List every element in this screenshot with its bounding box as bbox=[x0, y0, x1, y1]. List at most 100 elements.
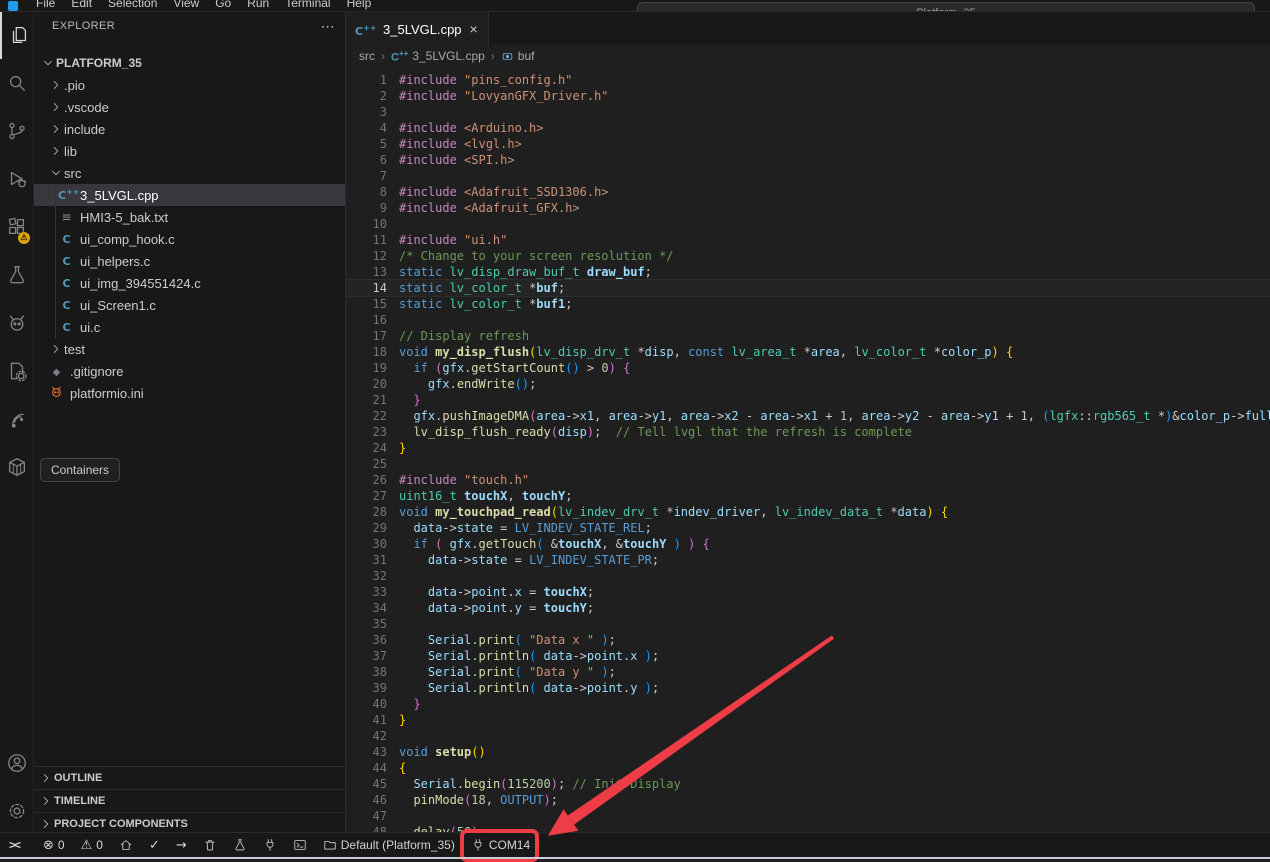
code-line-1[interactable]: 1#include "pins_config.h" bbox=[345, 72, 1270, 88]
code-line-11[interactable]: 11#include "ui.h" bbox=[345, 232, 1270, 248]
breadcrumb-src[interactable]: src bbox=[359, 49, 375, 63]
code-line-46[interactable]: 46 pinMode(18, OUTPUT); bbox=[345, 792, 1270, 808]
code-line-4[interactable]: 4#include <Arduino.h> bbox=[345, 120, 1270, 136]
pio-build-button[interactable]: ✓ bbox=[144, 834, 165, 856]
code-line-21[interactable]: 21 } bbox=[345, 392, 1270, 408]
activity-platformio[interactable] bbox=[0, 299, 33, 347]
serial-port-selector[interactable]: COM14 bbox=[466, 834, 535, 856]
errors-indicator[interactable]: ⊗0 bbox=[38, 834, 70, 856]
folder-src[interactable]: src bbox=[34, 162, 345, 184]
code-line-26[interactable]: 26#include "touch.h" bbox=[345, 472, 1270, 488]
menu-file[interactable]: File bbox=[28, 0, 63, 10]
pio-monitor-button[interactable] bbox=[258, 834, 282, 856]
pio-upload-button[interactable]: → bbox=[171, 834, 192, 856]
code-line-40[interactable]: 40 } bbox=[345, 696, 1270, 712]
activity-explorer[interactable] bbox=[0, 11, 35, 59]
code-line-17[interactable]: 17// Display refresh bbox=[345, 328, 1270, 344]
tab-3-5lvgl-cpp[interactable]: C++ 3_5LVGL.cpp × bbox=[345, 11, 489, 46]
file-ui_comp_hook.c[interactable]: Cui_comp_hook.c bbox=[34, 228, 345, 250]
activity-settings[interactable] bbox=[0, 787, 33, 835]
activity-search[interactable] bbox=[0, 59, 33, 107]
activity-testing[interactable] bbox=[0, 251, 33, 299]
code-line-24[interactable]: 24} bbox=[345, 440, 1270, 456]
code-line-38[interactable]: 38 Serial.print( "Data y " ); bbox=[345, 664, 1270, 680]
code-line-10[interactable]: 10 bbox=[345, 216, 1270, 232]
activity-platformio-core[interactable] bbox=[0, 347, 33, 395]
activity-run-and-debug[interactable] bbox=[0, 155, 33, 203]
code-line-29[interactable]: 29 data->state = LV_INDEV_STATE_REL; bbox=[345, 520, 1270, 536]
code-area[interactable]: 1#include "pins_config.h"2#include "Lovy… bbox=[345, 67, 1270, 835]
code-line-30[interactable]: 30 if ( gfx.getTouch( &touchX, &touchY )… bbox=[345, 536, 1270, 552]
code-line-27[interactable]: 27uint16_t touchX, touchY; bbox=[345, 488, 1270, 504]
file-ui_img_394551424.c[interactable]: Cui_img_394551424.c bbox=[34, 272, 345, 294]
file-ui_helpers.c[interactable]: Cui_helpers.c bbox=[34, 250, 345, 272]
activity-extensions[interactable]: ⚠ bbox=[0, 203, 33, 251]
code-line-43[interactable]: 43void setup() bbox=[345, 744, 1270, 760]
command-center[interactable]: Platform_35 bbox=[637, 2, 1255, 12]
folder-include[interactable]: include bbox=[34, 118, 345, 140]
pio-env-selector[interactable]: Default (Platform_35) bbox=[318, 834, 460, 856]
code-line-8[interactable]: 8#include <Adafruit_SSD1306.h> bbox=[345, 184, 1270, 200]
code-line-41[interactable]: 41} bbox=[345, 712, 1270, 728]
file-3_5lvgl.cpp[interactable]: C++3_5LVGL.cpp bbox=[34, 184, 345, 206]
menu-view[interactable]: View bbox=[165, 0, 207, 10]
close-icon[interactable]: × bbox=[470, 21, 478, 37]
folder-.pio[interactable]: .pio bbox=[34, 74, 345, 96]
folder-platform_35[interactable]: PLATFORM_35 bbox=[34, 52, 345, 74]
code-line-32[interactable]: 32 bbox=[345, 568, 1270, 584]
warnings-indicator[interactable]: ⚠0 bbox=[76, 834, 108, 856]
file-hmi3-5_bak.txt[interactable]: ≡HMI3-5_bak.txt bbox=[34, 206, 345, 228]
activity-accounts[interactable] bbox=[0, 739, 33, 787]
menu-edit[interactable]: Edit bbox=[63, 0, 100, 10]
code-line-3[interactable]: 3 bbox=[345, 104, 1270, 120]
code-line-31[interactable]: 31 data->state = LV_INDEV_STATE_PR; bbox=[345, 552, 1270, 568]
code-line-12[interactable]: 12/* Change to your screen resolution */ bbox=[345, 248, 1270, 264]
code-line-20[interactable]: 20 gfx.endWrite(); bbox=[345, 376, 1270, 392]
folder-.vscode[interactable]: .vscode bbox=[34, 96, 345, 118]
code-line-15[interactable]: 15static lv_color_t *buf1; bbox=[345, 296, 1270, 312]
code-line-28[interactable]: 28void my_touchpad_read(lv_indev_drv_t *… bbox=[345, 504, 1270, 520]
folder-test[interactable]: test bbox=[34, 338, 345, 360]
code-line-39[interactable]: 39 Serial.println( data->point.y ); bbox=[345, 680, 1270, 696]
breadcrumb-3_5lvgl.cpp[interactable]: C++3_5LVGL.cpp bbox=[391, 49, 485, 64]
menu-run[interactable]: Run bbox=[239, 0, 277, 10]
code-line-42[interactable]: 42 bbox=[345, 728, 1270, 744]
code-line-33[interactable]: 33 data->point.x = touchX; bbox=[345, 584, 1270, 600]
menu-help[interactable]: Help bbox=[339, 0, 380, 10]
code-line-6[interactable]: 6#include <SPI.h> bbox=[345, 152, 1270, 168]
pio-home-button[interactable] bbox=[114, 834, 138, 856]
code-line-45[interactable]: 45 Serial.begin(115200); // Init Display bbox=[345, 776, 1270, 792]
folder-lib[interactable]: lib bbox=[34, 140, 345, 162]
pio-terminal-button[interactable] bbox=[288, 834, 312, 856]
activity-containers[interactable] bbox=[0, 443, 33, 491]
activity-source-control[interactable] bbox=[0, 107, 33, 155]
breadcrumb-buf[interactable]: buf bbox=[501, 49, 535, 63]
code-line-19[interactable]: 19 if (gfx.getStartCount() > 0) { bbox=[345, 360, 1270, 376]
file-.gitignore[interactable]: ◆.gitignore bbox=[34, 360, 345, 382]
pio-test-button[interactable] bbox=[228, 834, 252, 856]
code-line-47[interactable]: 47 bbox=[345, 808, 1270, 824]
code-line-25[interactable]: 25 bbox=[345, 456, 1270, 472]
code-line-35[interactable]: 35 bbox=[345, 616, 1270, 632]
section-outline[interactable]: OUTLINE bbox=[34, 766, 345, 789]
section-timeline[interactable]: TIMELINE bbox=[34, 789, 345, 812]
code-line-36[interactable]: 36 Serial.print( "Data x " ); bbox=[345, 632, 1270, 648]
menu-selection[interactable]: Selection bbox=[100, 0, 165, 10]
code-line-9[interactable]: 9#include <Adafruit_GFX.h> bbox=[345, 200, 1270, 216]
activity-espressif[interactable] bbox=[0, 395, 33, 443]
code-line-16[interactable]: 16 bbox=[345, 312, 1270, 328]
file-ui.c[interactable]: Cui.c bbox=[34, 316, 345, 338]
menu-terminal[interactable]: Terminal bbox=[277, 0, 338, 10]
code-line-22[interactable]: 22 gfx.pushImageDMA(area->x1, area->y1, … bbox=[345, 408, 1270, 424]
code-line-44[interactable]: 44{ bbox=[345, 760, 1270, 776]
menu-go[interactable]: Go bbox=[207, 0, 239, 10]
code-line-34[interactable]: 34 data->point.y = touchY; bbox=[345, 600, 1270, 616]
pio-clean-button[interactable] bbox=[198, 834, 222, 856]
code-line-37[interactable]: 37 Serial.println( data->point.x ); bbox=[345, 648, 1270, 664]
file-ui_screen1.c[interactable]: Cui_Screen1.c bbox=[34, 294, 345, 316]
code-line-2[interactable]: 2#include "LovyanGFX_Driver.h" bbox=[345, 88, 1270, 104]
code-line-7[interactable]: 7 bbox=[345, 168, 1270, 184]
file-platformio.ini[interactable]: platformio.ini bbox=[34, 382, 345, 404]
code-line-14[interactable]: 14static lv_color_t *buf; bbox=[345, 280, 1270, 296]
more-actions-icon[interactable]: ⋯ bbox=[321, 18, 335, 35]
